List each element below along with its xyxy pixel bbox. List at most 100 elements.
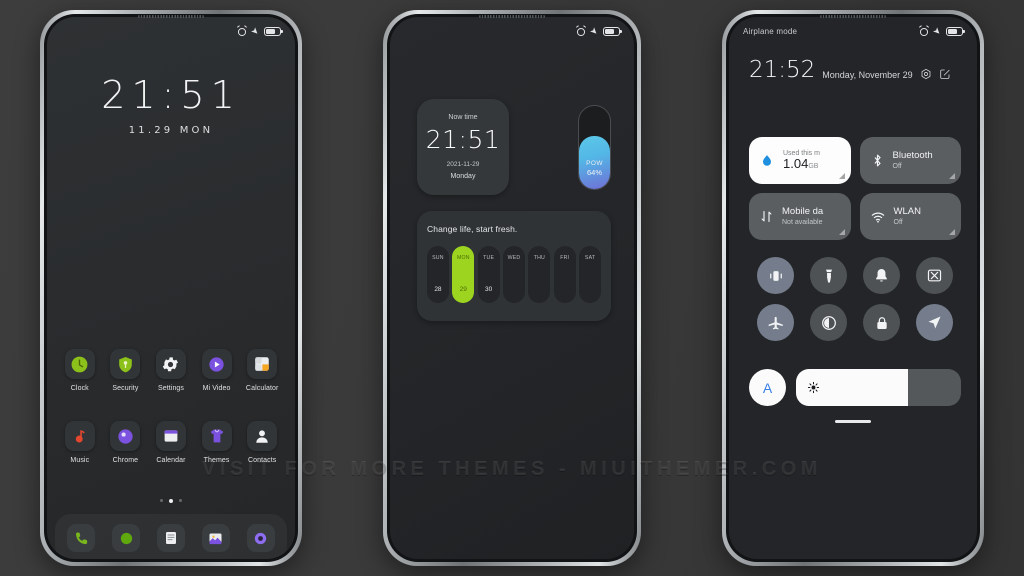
- earpiece-grille: [479, 15, 545, 18]
- calendar-day[interactable]: SAT: [579, 246, 602, 303]
- app-label: Themes: [203, 457, 230, 464]
- tile-mobile-data[interactable]: Mobile da Not available: [749, 193, 851, 240]
- gear-icon[interactable]: [920, 68, 932, 82]
- page-dot[interactable]: [179, 499, 182, 502]
- clock-widget-date: 2021-11-29: [446, 161, 480, 168]
- status-label: Airplane mode: [743, 26, 798, 36]
- toggle-dark-mode[interactable]: [810, 304, 847, 341]
- home-screen: ➤ 21:51 11.29 MON Clock Security Setting…: [47, 17, 295, 559]
- alarm-clock-icon: [918, 25, 930, 36]
- edit-pencil-icon[interactable]: [939, 68, 951, 82]
- battery-widget-fill: POW 64%: [579, 135, 610, 189]
- app-calculator[interactable]: Calculator: [239, 349, 285, 392]
- airplane-icon: ➤: [931, 24, 944, 37]
- calendar-day-name: SUN: [432, 255, 444, 261]
- tile-resize-corner: [838, 229, 845, 235]
- app-clock[interactable]: Clock: [57, 349, 103, 392]
- gear-icon: [155, 349, 186, 379]
- calendar-day[interactable]: TUE 30: [477, 246, 500, 303]
- app-label: Calendar: [156, 457, 186, 464]
- tile-data-usage-unit: GB: [808, 162, 819, 170]
- data-drop-icon: [759, 153, 775, 169]
- brightness-slider[interactable]: [796, 369, 961, 406]
- toggle-vibrate[interactable]: [757, 257, 794, 294]
- control-center-header: 21:52 Monday, November 29: [749, 59, 961, 82]
- browser-icon[interactable]: [246, 524, 275, 552]
- airplane-icon: ➤: [588, 24, 601, 37]
- toggle-flashlight[interactable]: [810, 257, 847, 294]
- phone-right-bezel: Airplane mode ➤ 21:52 Monday, November 2…: [726, 14, 980, 562]
- tile-resize-corner: [949, 173, 955, 179]
- page-indicator: [47, 499, 295, 503]
- auto-brightness-button[interactable]: A: [749, 369, 786, 406]
- tile-wlan-title: WLAN: [893, 205, 921, 217]
- tile-resize-corner: [949, 229, 955, 235]
- app-label: Mi Video: [202, 385, 231, 392]
- gallery-image-icon[interactable]: [201, 524, 230, 552]
- phone-right: Airplane mode ➤ 21:52 Monday, November 2…: [722, 10, 984, 566]
- calendar-day[interactable]: WED: [503, 246, 525, 303]
- calendar-icon: [155, 421, 186, 451]
- app-contacts[interactable]: Contacts: [239, 421, 285, 464]
- toggle-sound-bell[interactable]: [863, 257, 900, 294]
- toggle-lock[interactable]: [863, 304, 900, 341]
- app-chrome[interactable]: Chrome: [103, 421, 149, 464]
- dock: [55, 514, 287, 559]
- chrome-browser-icon: [110, 421, 141, 451]
- music-note-icon: [64, 421, 95, 451]
- app-themes[interactable]: Themes: [194, 421, 240, 464]
- messages-icon[interactable]: [112, 524, 141, 552]
- calendar-day-date: 30: [485, 286, 493, 293]
- tile-bluetooth-title: Bluetooth: [892, 149, 933, 161]
- app-label: Calculator: [245, 385, 279, 392]
- mobile-data-icon: [759, 209, 774, 224]
- calendar-day[interactable]: FRI: [553, 246, 576, 303]
- calendar-day-date: 28: [434, 286, 442, 293]
- phone-center: ➤ Now time 21:51 2021-11-29 Monday POW 6…: [383, 10, 641, 566]
- calendar-day-name: THU: [533, 255, 545, 261]
- clock-app-icon: [64, 349, 95, 379]
- calendar-widget-quote: Change life, start fresh.: [427, 224, 518, 234]
- calendar-day-name: FRI: [560, 255, 570, 261]
- control-center-screen: Airplane mode ➤ 21:52 Monday, November 2…: [729, 17, 977, 559]
- toggle-location[interactable]: [916, 304, 953, 341]
- home-indicator[interactable]: [835, 420, 871, 423]
- app-music[interactable]: Music: [57, 421, 103, 464]
- calendar-day[interactable]: SUN 28: [427, 246, 449, 303]
- app-security[interactable]: Security: [103, 349, 149, 392]
- battery-icon: [264, 26, 283, 36]
- app-grid-row-2: Music Chrome Calendar Themes Contacts: [57, 421, 285, 464]
- calendar-widget[interactable]: Change life, start fresh. SUN 28 MON 29 TUE 3…: [417, 211, 611, 321]
- page-dot-active[interactable]: [169, 499, 173, 503]
- app-calendar[interactable]: Calendar: [148, 421, 194, 464]
- app-mi-video[interactable]: Mi Video: [194, 349, 240, 392]
- clock-widget-label: Now time: [448, 114, 478, 121]
- control-center-time: 21:52: [749, 57, 816, 83]
- app-label: Security: [112, 385, 139, 392]
- calendar-day-date: 29: [459, 286, 467, 293]
- clock-widget[interactable]: Now time 21:51 2021-11-29 Monday: [417, 99, 509, 195]
- tile-resize-corner: [838, 173, 845, 179]
- app-label: Music: [70, 457, 90, 464]
- battery-widget[interactable]: POW 64%: [578, 105, 611, 190]
- clock-widget-weekday: Monday: [450, 173, 476, 180]
- tile-bluetooth[interactable]: Bluetooth Off: [859, 137, 961, 184]
- lockscreen-clock: 21:51: [101, 73, 241, 117]
- calendar-day-name: WED: [507, 255, 521, 261]
- calendar-day[interactable]: THU: [528, 246, 551, 303]
- page-dot[interactable]: [160, 499, 163, 502]
- app-settings[interactable]: Settings: [148, 349, 194, 392]
- toggle-screenshot[interactable]: [916, 257, 953, 294]
- wlan-wifi-icon: [870, 209, 886, 225]
- tile-wlan[interactable]: WLAN Off: [859, 193, 961, 240]
- status-bar: ➤: [390, 17, 634, 45]
- battery-icon: [946, 26, 965, 36]
- phone-center-bezel: ➤ Now time 21:51 2021-11-29 Monday POW 6…: [387, 14, 637, 562]
- notes-icon[interactable]: [156, 524, 185, 552]
- battery-widget-percent: 64%: [586, 168, 602, 177]
- toggle-airplane-mode[interactable]: [757, 304, 794, 341]
- tile-data-usage[interactable]: Used this m 1.04GB: [749, 137, 851, 184]
- phone-left: ➤ 21:51 11.29 MON Clock Security Setting…: [40, 10, 302, 566]
- calendar-day-active[interactable]: MON 29: [452, 246, 475, 303]
- phone-handset-icon[interactable]: [67, 524, 96, 552]
